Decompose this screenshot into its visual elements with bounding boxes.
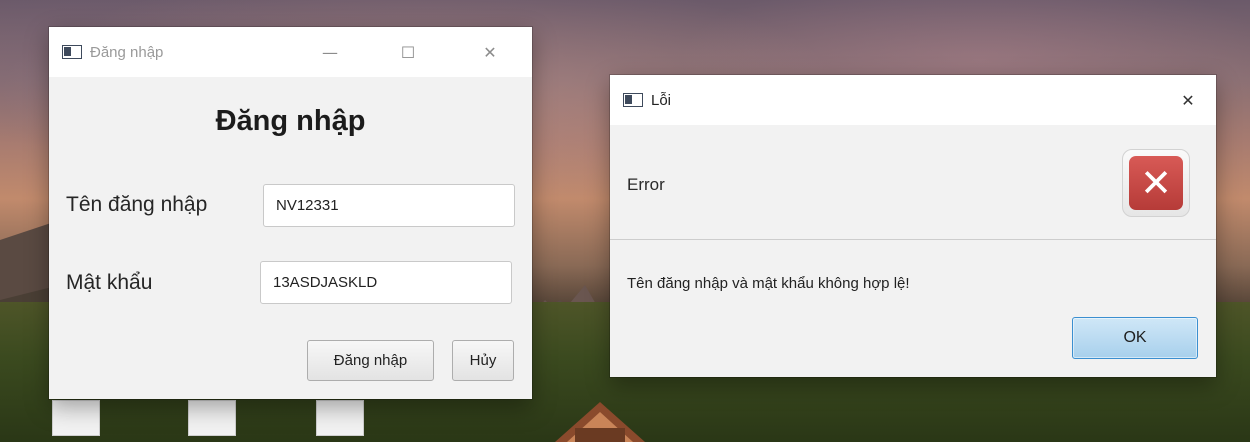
- error-dialog-title: Lỗi: [651, 91, 672, 109]
- password-label: Mật khẩu: [66, 271, 153, 294]
- login-window: Đăng nhập — ☐ ✕ Đăng nhập Tên đăng nhập …: [49, 27, 532, 399]
- taskbar-thumbnail[interactable]: [188, 400, 236, 436]
- taskbar-thumbnail[interactable]: [52, 400, 100, 436]
- wallpaper-cabin: [555, 402, 645, 442]
- taskbar-thumbnail[interactable]: [316, 400, 364, 436]
- maximize-icon[interactable]: ☐: [385, 27, 431, 77]
- username-input[interactable]: NV12331: [263, 184, 515, 227]
- error-message: Tên đăng nhập và mật khẩu không hợp lệ!: [627, 275, 910, 292]
- username-label: Tên đăng nhập: [66, 193, 208, 216]
- login-window-title: Đăng nhập: [90, 43, 164, 61]
- error-icon-frame: ✕: [1122, 149, 1190, 217]
- error-x-icon: ✕: [1129, 156, 1183, 210]
- login-button[interactable]: Đăng nhập: [307, 340, 434, 381]
- ok-button[interactable]: OK: [1072, 317, 1198, 359]
- login-titlebar[interactable]: Đăng nhập — ☐ ✕: [49, 27, 532, 77]
- error-titlebar[interactable]: Lỗi ✕: [610, 75, 1216, 125]
- app-icon: [623, 93, 643, 107]
- close-icon[interactable]: ✕: [467, 27, 513, 77]
- minimize-icon[interactable]: —: [307, 27, 353, 77]
- login-heading: Đăng nhập: [215, 105, 366, 137]
- close-icon[interactable]: ✕: [1165, 75, 1211, 125]
- app-icon: [62, 45, 82, 59]
- error-header-text: Error: [627, 175, 665, 194]
- cancel-button[interactable]: Hủy: [452, 340, 514, 381]
- password-input[interactable]: 13ASDJASKLD: [260, 261, 512, 304]
- error-dialog: Lỗi ✕ Error ✕ Tên đăng nhập và mật khẩu …: [610, 75, 1216, 377]
